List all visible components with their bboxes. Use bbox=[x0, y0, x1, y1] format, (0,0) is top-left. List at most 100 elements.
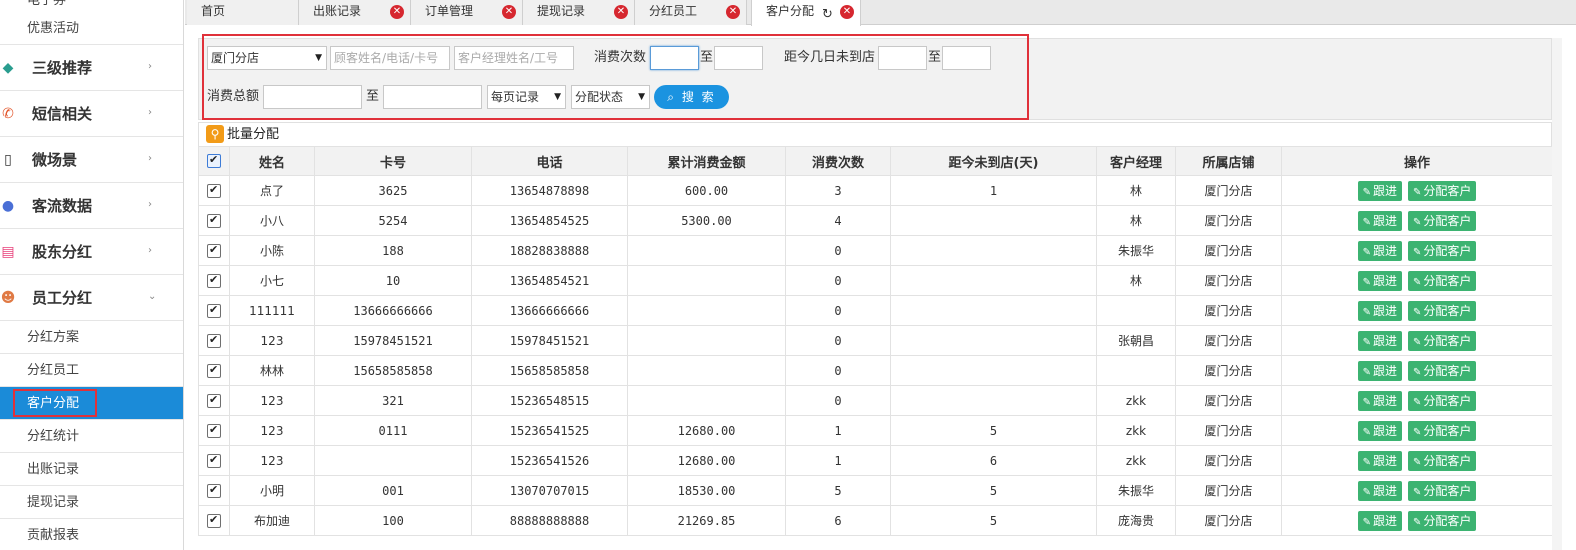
follow-up-button[interactable]: ✎ 跟进 bbox=[1357, 420, 1402, 441]
chevron-down-icon: ⌄ bbox=[148, 291, 157, 302]
assign-customer-button[interactable]: ✎ 分配客户 bbox=[1408, 390, 1477, 411]
sidebar-section-micro-scene[interactable]: ▯ 微场景 › bbox=[0, 137, 183, 183]
vertical-scrollbar[interactable] bbox=[1552, 38, 1562, 550]
sidebar-item-customer-assign[interactable]: 客户分配 bbox=[0, 387, 183, 420]
row-checkbox[interactable] bbox=[198, 505, 230, 536]
sidebar-item-coupon[interactable]: 电子券 bbox=[0, 0, 183, 12]
sidebar-section-referral[interactable]: ◆ 三级推荐 › bbox=[0, 45, 183, 91]
follow-up-button[interactable]: ✎ 跟进 bbox=[1357, 360, 1402, 381]
cell-total-spent bbox=[627, 355, 786, 386]
assign-customer-button[interactable]: ✎ 分配客户 bbox=[1408, 330, 1477, 351]
cell-store: 厦门分店 bbox=[1175, 265, 1282, 296]
close-icon[interactable]: ✕ bbox=[390, 5, 404, 19]
tab-customer-assign[interactable]: 客户分配 ↻ ✕ bbox=[751, 0, 861, 26]
sidebar-item-contribution-report[interactable]: 贡献报表 bbox=[0, 519, 183, 550]
cell-manager: 林 bbox=[1096, 175, 1176, 206]
row-checkbox[interactable] bbox=[198, 295, 230, 326]
tab-home[interactable]: 首页 bbox=[187, 0, 299, 25]
row-checkbox[interactable] bbox=[198, 475, 230, 506]
follow-up-button[interactable]: ✎ 跟进 bbox=[1357, 210, 1402, 231]
assign-customer-button[interactable]: ✎ 分配客户 bbox=[1408, 420, 1477, 441]
assign-customer-button[interactable]: ✎ 分配客户 bbox=[1408, 180, 1477, 201]
cell-actions: ✎ 跟进 ✎ 分配客户 bbox=[1281, 415, 1553, 446]
row-checkbox[interactable] bbox=[198, 235, 230, 266]
close-icon[interactable]: ✕ bbox=[840, 5, 854, 19]
cell-visits: 6 bbox=[785, 505, 891, 536]
cell-visits: 1 bbox=[785, 445, 891, 476]
batch-assign-bar[interactable]: ⚲ 批量分配 bbox=[198, 122, 1552, 146]
cell-total-spent: 5300.00 bbox=[627, 205, 786, 236]
sidebar-section-sms[interactable]: ✆ 短信相关 › bbox=[0, 91, 183, 137]
cell-actions: ✎ 跟进 ✎ 分配客户 bbox=[1281, 355, 1553, 386]
edit-icon: ✎ bbox=[1362, 426, 1371, 438]
cell-actions: ✎ 跟进 ✎ 分配客户 bbox=[1281, 475, 1553, 506]
assign-customer-button[interactable]: ✎ 分配客户 bbox=[1408, 480, 1477, 501]
cell-card: 188 bbox=[314, 235, 472, 266]
edit-icon: ✎ bbox=[1413, 426, 1422, 438]
row-checkbox[interactable] bbox=[198, 445, 230, 476]
tab-withdraw[interactable]: 提现记录 ✕ bbox=[523, 0, 635, 25]
cell-card: 100 bbox=[314, 505, 472, 536]
row-checkbox[interactable] bbox=[198, 385, 230, 416]
assign-customer-button[interactable]: ✎ 分配客户 bbox=[1408, 210, 1477, 231]
select-all-checkbox[interactable] bbox=[198, 146, 230, 176]
sidebar-section-employee-dividend[interactable]: ☻ 员工分红 ⌄ bbox=[0, 275, 183, 321]
sidebar-item-dividend-plan[interactable]: 分红方案 bbox=[0, 321, 183, 354]
cell-days-absent bbox=[890, 355, 1097, 386]
follow-up-button[interactable]: ✎ 跟进 bbox=[1357, 180, 1402, 201]
edit-icon: ✎ bbox=[1413, 366, 1422, 378]
row-checkbox[interactable] bbox=[198, 415, 230, 446]
sidebar-section-traffic[interactable]: ● 客流数据 › bbox=[0, 183, 183, 229]
main-content: 厦门分店 顾客姓名/电话/卡号 客户经理姓名/工号 消费次数 至 距今几日未到店… bbox=[185, 26, 1576, 550]
sidebar-item-promotions[interactable]: 优惠活动 bbox=[0, 12, 183, 45]
refresh-icon[interactable]: ↻ bbox=[822, 3, 833, 26]
follow-up-button[interactable]: ✎ 跟进 bbox=[1357, 240, 1402, 261]
cell-card: 15658585858 bbox=[314, 355, 472, 386]
edit-icon: ✎ bbox=[1362, 396, 1371, 408]
row-checkbox[interactable] bbox=[198, 325, 230, 356]
assign-customer-button[interactable]: ✎ 分配客户 bbox=[1408, 450, 1477, 471]
cell-days-absent: 6 bbox=[890, 445, 1097, 476]
follow-up-button[interactable]: ✎ 跟进 bbox=[1357, 510, 1402, 531]
sidebar-section-shareholder[interactable]: ▤ 股东分红 › bbox=[0, 229, 183, 275]
follow-up-button[interactable]: ✎ 跟进 bbox=[1357, 270, 1402, 291]
cell-phone: 13654854521 bbox=[471, 265, 628, 296]
edit-icon: ✎ bbox=[1362, 486, 1371, 498]
cell-total-spent: 12680.00 bbox=[627, 445, 786, 476]
cell-name: 小七 bbox=[229, 265, 315, 296]
row-checkbox[interactable] bbox=[198, 265, 230, 296]
follow-up-button[interactable]: ✎ 跟进 bbox=[1357, 300, 1402, 321]
assign-customer-button[interactable]: ✎ 分配客户 bbox=[1408, 240, 1477, 261]
close-icon[interactable]: ✕ bbox=[502, 5, 516, 19]
cell-total-spent: 18530.00 bbox=[627, 475, 786, 506]
tab-orders[interactable]: 订单管理 ✕ bbox=[411, 0, 523, 25]
close-icon[interactable]: ✕ bbox=[726, 5, 740, 19]
customer-table: 姓名 卡号 电话 累计消费金额 消费次数 距今未到店(天) 客户经理 所属店铺 … bbox=[198, 146, 1553, 536]
row-checkbox[interactable] bbox=[198, 175, 230, 206]
follow-up-button[interactable]: ✎ 跟进 bbox=[1357, 450, 1402, 471]
tab-payout-records[interactable]: 出账记录 ✕ bbox=[299, 0, 411, 25]
sidebar-item-dividend-staff[interactable]: 分红员工 bbox=[0, 354, 183, 387]
assign-customer-button[interactable]: ✎ 分配客户 bbox=[1408, 510, 1477, 531]
cell-card: 3625 bbox=[314, 175, 472, 206]
follow-up-button[interactable]: ✎ 跟进 bbox=[1357, 390, 1402, 411]
row-checkbox[interactable] bbox=[198, 205, 230, 236]
follow-up-button[interactable]: ✎ 跟进 bbox=[1357, 480, 1402, 501]
sidebar-item-dividend-stats[interactable]: 分红统计 bbox=[0, 420, 183, 453]
assign-customer-button[interactable]: ✎ 分配客户 bbox=[1408, 360, 1477, 381]
assign-customer-button[interactable]: ✎ 分配客户 bbox=[1408, 270, 1477, 291]
cell-days-absent: 5 bbox=[890, 505, 1097, 536]
tab-dividend-staff[interactable]: 分红员工 ✕ bbox=[635, 0, 747, 25]
cell-total-spent: 600.00 bbox=[627, 175, 786, 206]
sidebar-item-withdraw-records[interactable]: 提现记录 bbox=[0, 486, 183, 519]
row-checkbox[interactable] bbox=[198, 355, 230, 386]
cell-days-absent: 5 bbox=[890, 475, 1097, 506]
cell-store: 厦门分店 bbox=[1175, 385, 1282, 416]
edit-icon: ✎ bbox=[1362, 366, 1371, 378]
assign-customer-button[interactable]: ✎ 分配客户 bbox=[1408, 300, 1477, 321]
cell-days-absent bbox=[890, 385, 1097, 416]
close-icon[interactable]: ✕ bbox=[614, 5, 628, 19]
cell-total-spent bbox=[627, 385, 786, 416]
follow-up-button[interactable]: ✎ 跟进 bbox=[1357, 330, 1402, 351]
sidebar-item-payout-records[interactable]: 出账记录 bbox=[0, 453, 183, 486]
